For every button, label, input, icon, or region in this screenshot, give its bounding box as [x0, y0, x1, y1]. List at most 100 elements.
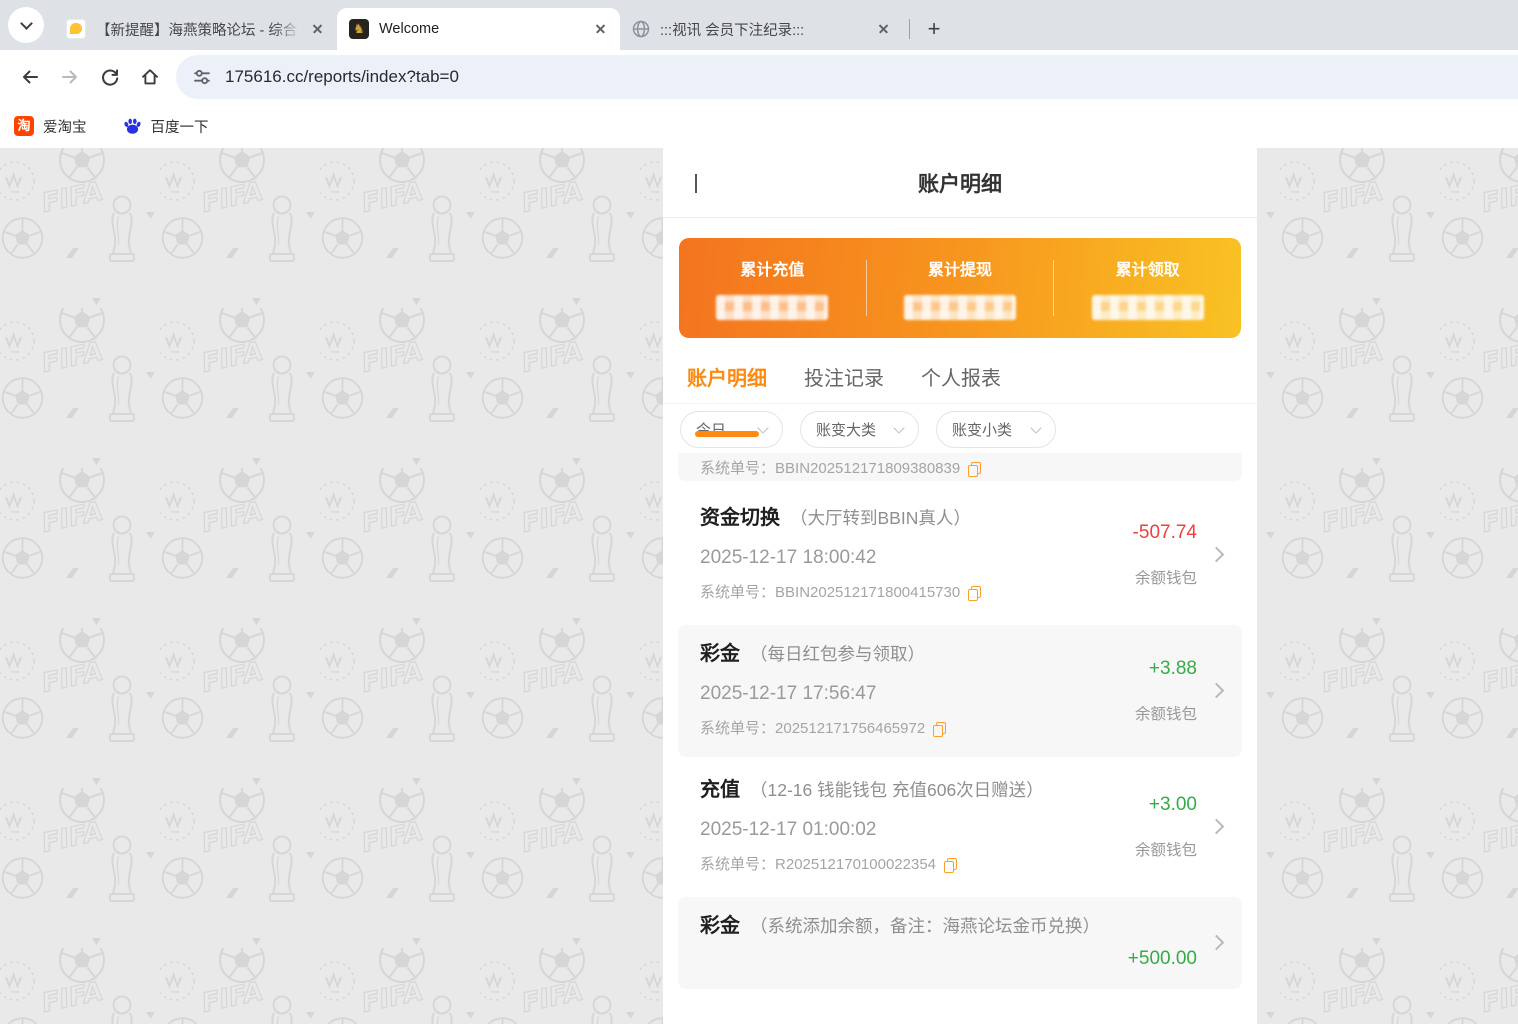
transaction-amount: +3.88: [1149, 657, 1197, 681]
chevron-down-icon: [1030, 422, 1041, 433]
transaction-amount-block: +500.00: [1128, 913, 1222, 971]
order-number: BBIN202512171800415730: [775, 583, 960, 603]
tab-title: Welcome: [379, 21, 584, 37]
transaction-note: （系统添加余额，备注：海燕论坛金币兑换）: [750, 916, 1100, 936]
chevron-down-icon: [893, 422, 904, 433]
site-settings-icon[interactable]: [192, 67, 212, 87]
transaction-info: 资金切换（大厅转到BBIN真人） 2025-12-17 18:00:42 系统单…: [700, 505, 1121, 603]
page-title: 账户明细: [918, 168, 1002, 198]
chat-bubble-favicon-icon: [66, 19, 86, 39]
transaction-row[interactable]: 资金切换（大厅转到BBIN真人） 2025-12-17 18:00:42 系统单…: [678, 489, 1242, 621]
tab-account-detail[interactable]: 账户明细: [687, 362, 767, 403]
url-text[interactable]: 175616.cc/reports/index?tab=0: [225, 67, 459, 87]
close-icon[interactable]: [875, 20, 893, 38]
back-button[interactable]: [691, 174, 711, 194]
transaction-type: 彩金: [700, 915, 740, 937]
transaction-datetime: 2025-12-17 01:00:02: [700, 818, 1123, 842]
transaction-row-clipped[interactable]: 系统单号： BBIN202512171809380839: [678, 453, 1242, 481]
gold-emblem-favicon-icon: ♞: [349, 19, 369, 39]
transaction-datetime: 2025-12-17 18:00:42: [700, 546, 1121, 570]
transaction-type: 彩金: [700, 643, 740, 665]
summary-label: 累计领取: [1116, 256, 1180, 280]
home-icon: [140, 67, 160, 87]
copy-icon[interactable]: [933, 722, 946, 737]
bookmarks-bar: 淘 爱淘宝 百度一下: [0, 104, 1518, 148]
tab-search-button[interactable]: [8, 7, 44, 43]
bookmark-baidu[interactable]: 百度一下: [123, 116, 209, 137]
order-number-line: 系统单号： BBIN202512171809380839: [700, 459, 981, 479]
order-label: 系统单号：: [700, 855, 775, 875]
transaction-note: （每日红包参与领取）: [750, 644, 925, 664]
wallet-label: 余额钱包: [1135, 566, 1197, 588]
transaction-title: 彩金 （系统添加余额，备注：海燕论坛金币兑换）: [700, 913, 1116, 939]
order-number-line: 系统单号： 202512171756465972: [700, 719, 1123, 739]
baidu-paw-icon: [123, 117, 142, 135]
chevron-right-icon: [1209, 934, 1225, 950]
filter-label: 账变小类: [952, 419, 1012, 440]
wallet-label: 余额钱包: [1135, 702, 1197, 724]
account-detail-panel: 账户明细 累计充值 累计提现 累计领取 账户明细 投注记录 个人报表: [663, 148, 1257, 1024]
tab-betting-records[interactable]: :::视讯 会员下注纪录:::: [620, 8, 903, 50]
filter-date-select[interactable]: 今日: [680, 411, 783, 448]
chevron-left-icon: [695, 174, 697, 193]
chevron-down-icon: [757, 422, 768, 433]
tab-personal-report[interactable]: 个人报表: [921, 362, 1001, 403]
masked-value: [904, 295, 1016, 320]
tab-title: 【新提醒】海燕策略论坛 - 综合: [96, 19, 301, 40]
section-tabs: 账户明细 投注记录 个人报表: [663, 338, 1257, 404]
tab-forum[interactable]: 【新提醒】海燕策略论坛 - 综合: [54, 8, 337, 50]
masked-value: [1092, 295, 1204, 320]
order-label: 系统单号：: [700, 583, 775, 603]
browser-toolbar: 175616.cc/reports/index?tab=0: [0, 50, 1518, 104]
transaction-list[interactable]: 系统单号： BBIN202512171809380839 资金切换（大厅转到BB…: [663, 453, 1257, 989]
order-number: BBIN202512171809380839: [775, 459, 960, 479]
forward-button[interactable]: [50, 57, 90, 97]
order-number-line: 系统单号： BBIN202512171800415730: [700, 583, 1121, 603]
bookmark-label: 爱淘宝: [43, 116, 87, 137]
bookmark-taobao[interactable]: 淘 爱淘宝: [14, 116, 87, 137]
transaction-amount: +3.00: [1149, 793, 1197, 817]
close-icon[interactable]: [592, 20, 610, 38]
home-button[interactable]: [130, 57, 170, 97]
bookmark-label: 百度一下: [151, 116, 209, 137]
copy-icon[interactable]: [944, 858, 957, 873]
taobao-icon: 淘: [14, 116, 34, 136]
transaction-type: 资金切换: [700, 507, 780, 529]
summary-card: 累计充值 累计提现 累计领取: [679, 238, 1241, 338]
back-arrow-icon: [20, 67, 40, 87]
chevron-right-icon: [1209, 818, 1225, 834]
transaction-info: 彩金 （系统添加余额，备注：海燕论坛金币兑换）: [700, 913, 1116, 971]
new-tab-button[interactable]: +: [919, 14, 949, 44]
order-label: 系统单号：: [700, 719, 775, 739]
transaction-row[interactable]: 彩金 （系统添加余额，备注：海燕论坛金币兑换） +500.00: [678, 897, 1242, 989]
summary-label: 累计提现: [928, 256, 992, 280]
transaction-datetime: 2025-12-17 17:56:47: [700, 682, 1123, 706]
transaction-title: 彩金 （每日红包参与领取）: [700, 641, 1123, 667]
tab-separator: [909, 19, 910, 39]
reload-button[interactable]: [90, 57, 130, 97]
close-icon[interactable]: [309, 20, 327, 38]
back-button[interactable]: [10, 57, 50, 97]
filter-minor-category-select[interactable]: 账变小类: [936, 411, 1056, 448]
transaction-info: 充值（12-16 钱能钱包 充值606次日赠送） 2025-12-17 01:0…: [700, 777, 1123, 875]
tab-bet-records[interactable]: 投注记录: [804, 362, 884, 403]
tab-title-fade: [275, 19, 301, 40]
order-number-line: 系统单号： R202512170100022354: [700, 855, 1123, 875]
filter-major-category-select[interactable]: 账变大类: [800, 411, 919, 448]
summary-total-claimed: 累计领取: [1054, 256, 1241, 320]
transaction-amount: +500.00: [1128, 947, 1197, 971]
page-content: FIFA 账户明细 累计充值 累计提现: [0, 148, 1518, 1024]
copy-icon[interactable]: [968, 586, 981, 601]
transaction-amount-block: -507.74 余额钱包: [1133, 505, 1222, 603]
copy-icon[interactable]: [968, 462, 981, 477]
order-number: 202512171756465972: [775, 719, 925, 739]
chevron-down-icon: [20, 17, 33, 30]
transaction-title: 充值（12-16 钱能钱包 充值606次日赠送）: [700, 777, 1123, 803]
tab-welcome[interactable]: ♞ Welcome: [337, 8, 620, 50]
transaction-amount: -507.74: [1133, 521, 1197, 545]
address-bar[interactable]: 175616.cc/reports/index?tab=0: [176, 55, 1518, 99]
wallet-label: 余额钱包: [1135, 838, 1197, 860]
order-number: R202512170100022354: [775, 855, 936, 875]
transaction-row[interactable]: 充值（12-16 钱能钱包 充值606次日赠送） 2025-12-17 01:0…: [678, 761, 1242, 893]
transaction-row[interactable]: 彩金 （每日红包参与领取） 2025-12-17 17:56:47 系统单号： 2…: [678, 625, 1242, 757]
